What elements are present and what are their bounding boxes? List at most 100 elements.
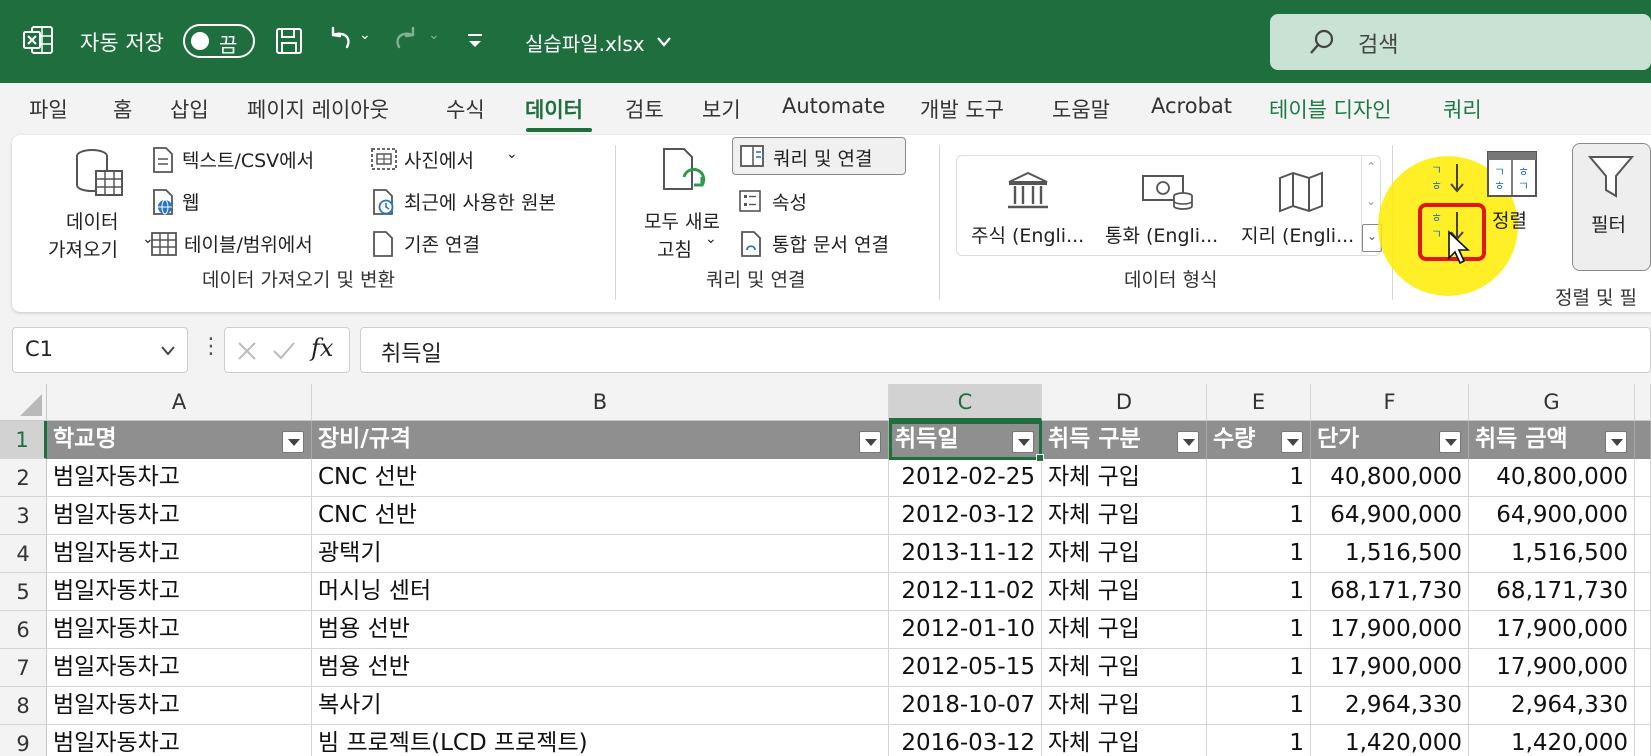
column-header-f[interactable]: F xyxy=(1311,384,1469,421)
cell-school-name[interactable]: 범일자동차고 xyxy=(47,611,312,649)
get-data-button[interactable]: 데이터 가져오기 ⌄ xyxy=(34,143,154,268)
save-icon[interactable] xyxy=(274,26,304,56)
cell-acquisition-amount[interactable]: 17,900,000 xyxy=(1469,611,1635,649)
cell-acquisition-type[interactable]: 자체 구입 xyxy=(1042,573,1207,611)
row-header[interactable]: 6 xyxy=(0,611,47,649)
tab-data[interactable]: 데이터 xyxy=(525,94,583,124)
name-box-chevron-icon[interactable] xyxy=(159,344,177,358)
tab-table-design[interactable]: 테이블 디자인 xyxy=(1269,94,1392,124)
insert-function-icon[interactable]: fx xyxy=(311,334,333,362)
tab-insert[interactable]: 삽입 xyxy=(170,94,209,124)
from-picture-button[interactable]: 사진에서 ⌄ xyxy=(370,143,520,177)
filter-dropdown-icon[interactable] xyxy=(859,431,881,453)
edit-links-button[interactable]: 통합 문서 연결 xyxy=(738,227,928,261)
cell-equipment[interactable]: 범용 선반 xyxy=(312,649,889,687)
row-header[interactable]: 3 xyxy=(0,497,47,535)
table-header-acquisition-amount[interactable]: 취득 금액 xyxy=(1469,421,1635,459)
from-table-range-button[interactable]: 테이블/범위에서 xyxy=(150,227,350,261)
tab-automate[interactable]: Automate xyxy=(782,94,885,118)
cell-unit-price[interactable]: 40,800,000 xyxy=(1311,459,1469,497)
currencies-data-type-button[interactable]: 통화 (Engli... xyxy=(1101,166,1233,251)
cell-equipment[interactable]: 머시닝 센터 xyxy=(312,573,889,611)
name-box[interactable]: C1 xyxy=(12,327,188,373)
cell-equipment[interactable]: 광택기 xyxy=(312,535,889,573)
select-all-button[interactable] xyxy=(0,384,47,421)
geography-data-type-button[interactable]: 지리 (Engli... xyxy=(1241,166,1365,251)
column-header-e[interactable]: E xyxy=(1207,384,1311,421)
cell-acquired-date[interactable]: 2016-03-12 xyxy=(889,725,1042,756)
sort-button[interactable]: ㄱ ㅎ ㅎ ㄱ 정렬 xyxy=(1486,150,1542,236)
cell-extra[interactable] xyxy=(1635,725,1651,756)
cell-school-name[interactable]: 범일자동차고 xyxy=(47,535,312,573)
formula-input[interactable]: 취득일 xyxy=(360,327,1651,373)
cell-equipment[interactable]: 빔 프로젝트(LCD 프로젝트) xyxy=(312,725,889,756)
cell-equipment[interactable]: CNC 선반 xyxy=(312,459,889,497)
column-header-a[interactable]: A xyxy=(47,384,312,421)
from-text-csv-button[interactable]: 텍스트/CSV에서 xyxy=(150,143,340,177)
cell-extra[interactable] xyxy=(1635,497,1651,535)
cell-quantity[interactable]: 1 xyxy=(1207,687,1311,725)
table-header-school-name[interactable]: 학교명 xyxy=(47,421,312,459)
filter-button[interactable]: 필터 xyxy=(1572,143,1651,271)
cancel-entry-icon[interactable] xyxy=(235,339,259,363)
row-header[interactable]: 9 xyxy=(0,725,47,756)
cell-acquired-date[interactable]: 2012-11-02 xyxy=(889,573,1042,611)
row-header[interactable]: 1 xyxy=(0,421,47,459)
from-web-button[interactable]: 웹 xyxy=(150,185,230,219)
gallery-down-icon[interactable]: ⌄ xyxy=(1366,194,1376,208)
cell-acquisition-amount[interactable]: 2,964,330 xyxy=(1469,687,1635,725)
table-header-equipment[interactable]: 장비/규격 xyxy=(312,421,889,459)
cell-acquisition-type[interactable]: 자체 구입 xyxy=(1042,459,1207,497)
cell-quantity[interactable]: 1 xyxy=(1207,725,1311,756)
row-header[interactable]: 2 xyxy=(0,459,47,497)
redo-dropdown-icon[interactable]: ⌄ xyxy=(428,27,440,43)
row-header[interactable]: 8 xyxy=(0,687,47,725)
row-header[interactable]: 5 xyxy=(0,573,47,611)
search-box[interactable]: 검색 xyxy=(1270,14,1651,70)
tab-developer[interactable]: 개발 도구 xyxy=(920,94,1004,124)
column-header-g[interactable]: G xyxy=(1469,384,1635,421)
tab-query[interactable]: 쿼리 xyxy=(1443,94,1482,124)
filter-dropdown-icon[interactable] xyxy=(1605,431,1627,453)
cell-unit-price[interactable]: 2,964,330 xyxy=(1311,687,1469,725)
row-header[interactable]: 7 xyxy=(0,649,47,687)
cell-acquisition-amount[interactable]: 1,516,500 xyxy=(1469,535,1635,573)
cell-unit-price[interactable]: 17,900,000 xyxy=(1311,611,1469,649)
cell-acquisition-amount[interactable]: 68,171,730 xyxy=(1469,573,1635,611)
cell-acquired-date[interactable]: 2012-05-15 xyxy=(889,649,1042,687)
stocks-data-type-button[interactable]: 주식 (Engli... xyxy=(967,166,1093,251)
tab-view[interactable]: 보기 xyxy=(702,94,741,124)
row-header[interactable]: 4 xyxy=(0,535,47,573)
existing-connections-button[interactable]: 기존 연결 xyxy=(370,227,500,261)
confirm-entry-icon[interactable] xyxy=(271,339,297,363)
cell-quantity[interactable]: 1 xyxy=(1207,459,1311,497)
excel-icon[interactable] xyxy=(22,24,54,56)
filename-chevron-icon[interactable] xyxy=(655,34,673,50)
table-header-acquired-date[interactable]: 취득일 xyxy=(889,421,1042,459)
redo-icon[interactable] xyxy=(391,25,421,55)
cell-school-name[interactable]: 범일자동차고 xyxy=(47,497,312,535)
cell-acquisition-amount[interactable]: 40,800,000 xyxy=(1469,459,1635,497)
cell-quantity[interactable]: 1 xyxy=(1207,649,1311,687)
cell-unit-price[interactable]: 68,171,730 xyxy=(1311,573,1469,611)
column-header-h[interactable] xyxy=(1635,384,1651,421)
cell-acquisition-type[interactable]: 자체 구입 xyxy=(1042,649,1207,687)
cell-equipment[interactable]: 범용 선반 xyxy=(312,611,889,649)
cell-unit-price[interactable]: 1,420,000 xyxy=(1311,725,1469,756)
recent-sources-button[interactable]: 최근에 사용한 원본 xyxy=(370,185,580,219)
cell-acquisition-amount[interactable]: 1,420,000 xyxy=(1469,725,1635,756)
table-header-quantity[interactable]: 수량 xyxy=(1207,421,1311,459)
tab-help[interactable]: 도움말 xyxy=(1052,94,1110,124)
cell-extra[interactable] xyxy=(1635,573,1651,611)
table-header-extra[interactable] xyxy=(1635,421,1651,459)
table-header-acquisition-type[interactable]: 취득 구분 xyxy=(1042,421,1207,459)
properties-button[interactable]: 속성 xyxy=(738,185,838,219)
formula-bar-options-icon[interactable]: ⋮ xyxy=(200,334,222,359)
cell-acquired-date[interactable]: 2012-02-25 xyxy=(889,459,1042,497)
cell-acquisition-type[interactable]: 자체 구입 xyxy=(1042,497,1207,535)
cell-equipment[interactable]: 복사기 xyxy=(312,687,889,725)
tab-formulas[interactable]: 수식 xyxy=(446,94,485,124)
cell-extra[interactable] xyxy=(1635,611,1651,649)
gallery-up-icon[interactable]: ⌃ xyxy=(1366,160,1376,174)
cell-acquired-date[interactable]: 2012-01-10 xyxy=(889,611,1042,649)
